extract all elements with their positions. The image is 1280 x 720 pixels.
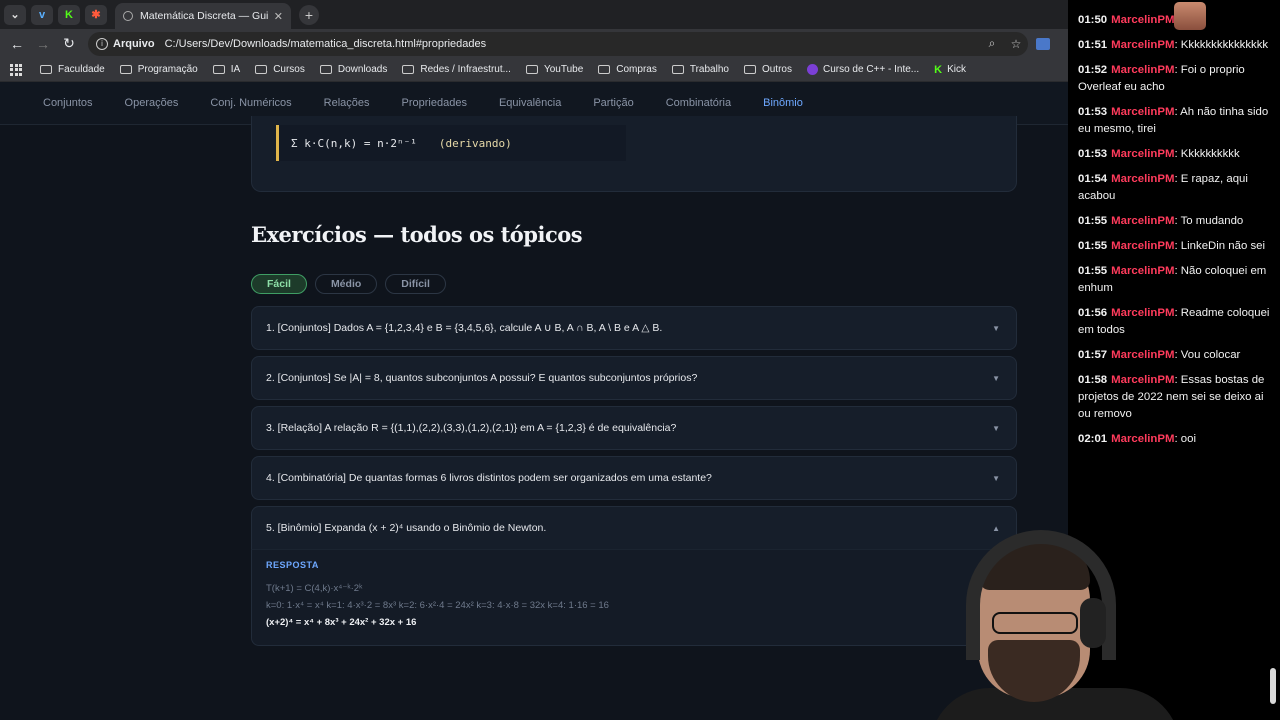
folder-icon xyxy=(525,65,538,74)
nav-conjuntos[interactable]: Conjuntos xyxy=(27,82,109,124)
webcam-overlay xyxy=(930,520,1180,720)
chat-avatar xyxy=(1174,2,1206,30)
address-scheme: Arquivo xyxy=(113,37,155,50)
exercise-question: 2. [Conjuntos] Se |A| = 8, quantos subco… xyxy=(266,372,698,384)
scrollbar-thumb[interactable] xyxy=(1270,668,1276,704)
page-content: Conjuntos Operações Conj. Numéricos Rela… xyxy=(0,82,1068,720)
folder-icon xyxy=(212,65,225,74)
bookmark-compras[interactable]: Compras xyxy=(598,64,657,75)
folder-icon xyxy=(671,65,684,74)
answer-line-1: T(k+1) = C(4,k)·x⁴⁻ᵏ·2ᵏ xyxy=(266,583,363,594)
tab-bar: ⌄ v K ✱ Matemática Discreta — Guia Vi ✕ … xyxy=(0,0,1068,29)
tab-title: Matemática Discreta — Guia Vi xyxy=(140,10,268,22)
bookmark-curso-cpp[interactable]: Curso de C++ - Inte... xyxy=(806,64,919,75)
formula-expression: Σ k·C(n,k) = n·2ⁿ⁻¹ xyxy=(291,136,417,150)
extension-icon[interactable] xyxy=(1036,37,1050,50)
nav-operacoes[interactable]: Operações xyxy=(109,82,195,124)
info-icon[interactable]: i xyxy=(96,37,108,50)
tab-search-chevron-icon[interactable]: ⌄ xyxy=(4,4,26,25)
bookmark-ia[interactable]: IA xyxy=(212,64,240,75)
active-tab[interactable]: Matemática Discreta — Guia Vi ✕ xyxy=(115,3,291,29)
chat-message: 01:57 MarcelinPM: Vou colocar xyxy=(1078,349,1241,361)
bookmark-programacao[interactable]: Programação xyxy=(119,64,198,75)
kick-icon: K xyxy=(934,63,943,76)
address-url[interactable]: C:/Users/Dev/Downloads/matematica_discre… xyxy=(165,38,980,50)
reload-icon[interactable]: ↻ xyxy=(56,35,82,52)
chevron-down-icon[interactable]: ▼ xyxy=(992,424,1000,433)
exercise-3[interactable]: 3. [Relação] A relação R = {(1,1),(2,2),… xyxy=(251,406,1017,450)
chat-message: 01:54 MarcelinPM: E rapaz, aqui acabou xyxy=(1078,173,1248,202)
exercise-5-answer: RESPOSTA T(k+1) = C(4,k)·x⁴⁻ᵏ·2ᵏ k=0: 1·… xyxy=(251,550,1017,646)
filter-facil[interactable]: Fácil xyxy=(251,274,307,294)
chat-message: 01:56 MarcelinPM: Readme coloquei em todo… xyxy=(1078,307,1270,336)
address-bar[interactable]: i Arquivo C:/Users/Dev/Downloads/matemat… xyxy=(88,31,1028,56)
answer-final: (x+2)⁴ = x⁴ + 8x³ + 24x² + 32x + 16 xyxy=(266,617,417,628)
new-tab-button[interactable]: + xyxy=(299,4,319,25)
course-site-icon xyxy=(806,64,818,75)
exercise-question: 4. [Combinatória] De quantas formas 6 li… xyxy=(266,472,712,484)
formula-block: Σ k·C(n,k) = n·2ⁿ⁻¹ (derivando) xyxy=(276,125,626,161)
folder-icon xyxy=(743,65,756,74)
bookmark-trabalho[interactable]: Trabalho xyxy=(671,64,729,75)
vimeo-tab-icon[interactable]: v xyxy=(31,4,53,25)
bookmark-faculdade[interactable]: Faculdade xyxy=(40,64,105,75)
globe-icon xyxy=(123,11,133,21)
apps-grid-icon[interactable] xyxy=(10,63,22,76)
bookmark-kick[interactable]: K Kick xyxy=(934,64,966,76)
chevron-down-icon[interactable]: ▼ xyxy=(992,474,1000,483)
bookmark-outros[interactable]: Outros xyxy=(743,64,792,75)
bookmark-star-icon[interactable]: ☆ xyxy=(1004,37,1028,51)
chat-message: 01:53 MarcelinPM: Kkkkkkkkkk xyxy=(1078,148,1240,160)
exercise-4[interactable]: 4. [Combinatória] De quantas formas 6 li… xyxy=(251,456,1017,500)
chat-message: 01:55 MarcelinPM: LinkeDin não sei xyxy=(1078,240,1266,252)
chevron-down-icon[interactable]: ▼ xyxy=(992,374,1000,383)
bookmark-cursos[interactable]: Cursos xyxy=(255,64,305,75)
kick-tab-icon[interactable]: K xyxy=(58,4,80,25)
folder-icon xyxy=(255,65,268,74)
back-arrow-icon[interactable]: ← xyxy=(4,36,30,52)
folder-icon xyxy=(402,65,415,74)
chat-message: 01:55 MarcelinPM: To mudando xyxy=(1078,215,1244,227)
headphones-earcup xyxy=(1080,598,1106,648)
bookmark-youtube[interactable]: YouTube xyxy=(525,64,583,75)
chat-message: 01:55 MarcelinPM: Não coloquei em enhum xyxy=(1078,265,1267,294)
answer-label: RESPOSTA xyxy=(266,560,319,570)
exercise-question: 5. [Binômio] Expanda (x + 2)⁴ usando o B… xyxy=(266,522,547,534)
exercise-question: 3. [Relação] A relação R = {(1,1),(2,2),… xyxy=(266,422,677,434)
exercise-2[interactable]: 2. [Conjuntos] Se |A| = 8, quantos subco… xyxy=(251,356,1017,400)
forward-arrow-icon[interactable]: → xyxy=(30,36,56,52)
chevron-down-icon[interactable]: ▼ xyxy=(992,324,1000,333)
bookmark-downloads[interactable]: Downloads xyxy=(319,64,387,75)
difficulty-filters: Fácil Médio Difícil xyxy=(251,274,446,294)
zoom-icon[interactable]: ⌕ xyxy=(980,36,1004,51)
exercises-title: Exercícios — todos os tópicos xyxy=(251,222,583,247)
chat-message: 01:58 MarcelinPM: Essas bostas de projeto… xyxy=(1078,374,1265,420)
formula-card: Σ k·C(n,k) = n·2ⁿ⁻¹ (derivando) xyxy=(251,116,1017,192)
exercise-5[interactable]: 5. [Binômio] Expanda (x + 2)⁴ usando o B… xyxy=(251,506,1017,550)
chat-message: 02:01 MarcelinPM: ooi xyxy=(1078,433,1196,445)
exercise-question: 1. [Conjuntos] Dados A = {1,2,3,4} e B =… xyxy=(266,322,663,334)
bookmark-redes[interactable]: Redes / Infraestrut... xyxy=(402,64,511,75)
filter-medio[interactable]: Médio xyxy=(314,274,378,294)
bookmarks-bar: Faculdade Programação IA Cursos Download… xyxy=(0,58,1068,82)
chat-message: 01:53 MarcelinPM: Ah não tinha sido eu me… xyxy=(1078,106,1269,135)
folder-icon xyxy=(40,65,52,74)
answer-line-2: k=0: 1·x⁴ = x⁴ k=1: 4·x³·2 = 8x³ k=2: 6·… xyxy=(266,600,609,611)
close-icon[interactable]: ✕ xyxy=(274,10,283,23)
formula-note: (derivando) xyxy=(438,136,512,150)
pinned-tab-icon[interactable]: ✱ xyxy=(85,4,107,25)
chat-message: 01:52 MarcelinPM: Foi o proprio Overleaf … xyxy=(1078,64,1245,93)
folder-icon xyxy=(598,65,611,74)
exercise-1[interactable]: 1. [Conjuntos] Dados A = {1,2,3,4} e B =… xyxy=(251,306,1017,350)
folder-icon xyxy=(319,65,332,74)
browser-toolbar: ← → ↻ i Arquivo C:/Users/Dev/Downloads/m… xyxy=(0,29,1068,58)
folder-icon xyxy=(119,65,132,74)
chat-message: 01:51 MarcelinPM: Kkkkkkkkkkkkkkk xyxy=(1078,39,1269,51)
filter-dificil[interactable]: Difícil xyxy=(385,274,446,294)
